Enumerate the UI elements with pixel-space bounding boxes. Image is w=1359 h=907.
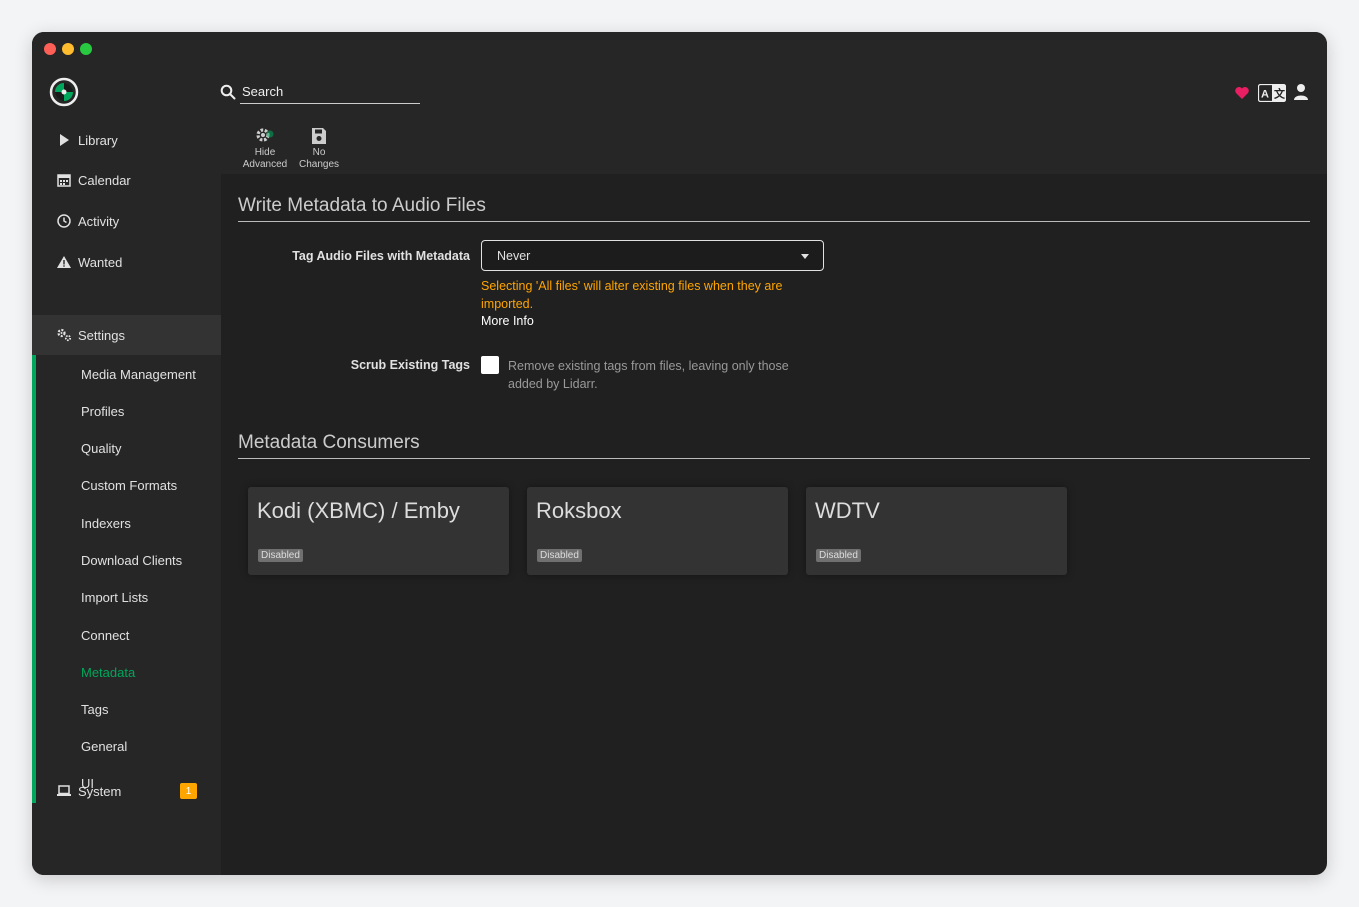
settings-item-label: Metadata xyxy=(81,665,136,680)
settings-item-label: Indexers xyxy=(81,516,131,531)
logo-icon[interactable] xyxy=(49,77,79,107)
settings-item-profiles[interactable]: Profiles xyxy=(32,393,221,430)
settings-section: Settings Media Management Profiles Quali… xyxy=(32,315,221,803)
sidebar-item-system[interactable]: System 1 xyxy=(32,771,221,811)
hide-advanced-label-line2: Advanced xyxy=(242,159,288,170)
user-icon[interactable] xyxy=(1293,83,1309,101)
more-info-link[interactable]: More Info xyxy=(481,314,534,328)
metadata-consumers-title: Metadata Consumers xyxy=(238,432,1310,459)
settings-item-media-management[interactable]: Media Management xyxy=(32,356,221,393)
scrub-existing-tags-checkbox[interactable] xyxy=(481,356,499,374)
scrub-existing-tags-label: Scrub Existing Tags xyxy=(350,358,470,372)
maximize-window-button[interactable] xyxy=(80,43,92,55)
sidebar-item-label: Settings xyxy=(78,327,125,343)
no-changes-label-line1: No xyxy=(312,147,326,158)
consumer-name: Kodi (XBMC) / Emby xyxy=(257,498,460,523)
page-toolbar: Hide Advanced No Changes xyxy=(221,120,1327,174)
write-metadata-title: Write Metadata to Audio Files xyxy=(238,195,1310,222)
settings-item-custom-formats[interactable]: Custom Formats xyxy=(32,467,221,504)
settings-item-quality[interactable]: Quality xyxy=(32,430,221,467)
tag-audio-files-value: Never xyxy=(497,248,531,263)
main-content: Write Metadata to Audio Files Tag Audio … xyxy=(221,174,1327,875)
settings-item-label: Quality xyxy=(81,441,122,456)
settings-item-download-clients[interactable]: Download Clients xyxy=(32,542,221,579)
calendar-icon xyxy=(57,174,71,187)
warning-icon xyxy=(57,256,71,268)
sidebar-item-label: Library xyxy=(78,132,118,148)
settings-item-label: Profiles xyxy=(81,404,125,419)
sidebar-item-library[interactable]: Library xyxy=(32,120,221,160)
search-icon xyxy=(220,84,236,100)
settings-item-label: Import Lists xyxy=(81,590,149,605)
sidebar-item-activity[interactable]: Activity xyxy=(32,201,221,241)
minimize-window-button[interactable] xyxy=(62,43,74,55)
heart-icon[interactable] xyxy=(1234,85,1250,101)
status-badge: Disabled xyxy=(258,549,303,562)
search-input[interactable] xyxy=(240,80,420,104)
advanced-settings-icon xyxy=(256,128,274,142)
consumer-name: Roksbox xyxy=(536,498,622,523)
cogs-icon xyxy=(57,328,72,342)
settings-item-label: Media Management xyxy=(81,367,196,382)
save-changes-button[interactable]: No Changes xyxy=(293,126,345,170)
sidebar-item-label: Calendar xyxy=(78,172,131,188)
settings-item-import-lists[interactable]: Import Lists xyxy=(32,579,221,616)
sidebar-item-calendar[interactable]: Calendar xyxy=(32,160,221,200)
laptop-icon xyxy=(57,785,71,796)
sidebar: Library Calendar Activity Wanted Setting… xyxy=(32,120,221,875)
status-badge: Disabled xyxy=(816,549,861,562)
app-window: A 文 Library Calendar Activ xyxy=(32,32,1327,875)
svg-text:A: A xyxy=(1261,89,1269,101)
consumer-card-kodi[interactable]: Kodi (XBMC) / Emby Disabled xyxy=(248,487,509,575)
page-header: A 文 xyxy=(32,66,1327,120)
tag-audio-files-select[interactable]: Never xyxy=(481,240,824,271)
sidebar-item-label: Activity xyxy=(78,213,120,229)
save-icon xyxy=(312,128,326,144)
no-changes-label-line2: Changes xyxy=(298,159,340,170)
play-icon xyxy=(60,134,69,146)
sidebar-item-wanted[interactable]: Wanted xyxy=(32,242,221,282)
settings-item-label: Tags xyxy=(81,702,109,717)
settings-item-tags[interactable]: Tags xyxy=(32,691,221,728)
tag-audio-files-label: Tag Audio Files with Metadata xyxy=(292,249,470,263)
tag-warning-text: Selecting 'All files' will alter existin… xyxy=(481,279,783,311)
scrub-help-text: Remove existing tags from files, leaving… xyxy=(508,359,789,391)
sidebar-item-label: Wanted xyxy=(78,254,123,270)
consumer-card-roksbox[interactable]: Roksbox Disabled xyxy=(527,487,788,575)
settings-item-metadata[interactable]: Metadata xyxy=(32,654,221,691)
consumer-card-wdtv[interactable]: WDTV Disabled xyxy=(806,487,1067,575)
settings-item-label: Custom Formats xyxy=(81,478,178,493)
settings-item-connect[interactable]: Connect xyxy=(32,617,221,654)
status-badge: Disabled xyxy=(537,549,582,562)
status-badge: 1 xyxy=(180,783,197,799)
close-window-button[interactable] xyxy=(44,43,56,55)
consumer-name: WDTV xyxy=(815,498,880,523)
settings-item-label: Connect xyxy=(81,628,130,643)
chevron-down-icon xyxy=(801,254,809,259)
hide-advanced-button[interactable]: Hide Advanced xyxy=(239,126,291,170)
title-bar xyxy=(32,32,1327,66)
settings-item-label: Download Clients xyxy=(81,553,183,568)
svg-text:文: 文 xyxy=(1274,87,1286,101)
hide-advanced-label-line1: Hide xyxy=(254,147,276,158)
translate-icon[interactable]: A 文 xyxy=(1258,84,1286,102)
clock-icon xyxy=(57,214,71,228)
settings-item-indexers[interactable]: Indexers xyxy=(32,505,221,542)
settings-item-label: General xyxy=(81,739,128,754)
settings-item-general[interactable]: General xyxy=(32,728,221,765)
sidebar-item-settings[interactable]: Settings xyxy=(32,315,221,355)
sidebar-item-label: System xyxy=(78,783,122,799)
